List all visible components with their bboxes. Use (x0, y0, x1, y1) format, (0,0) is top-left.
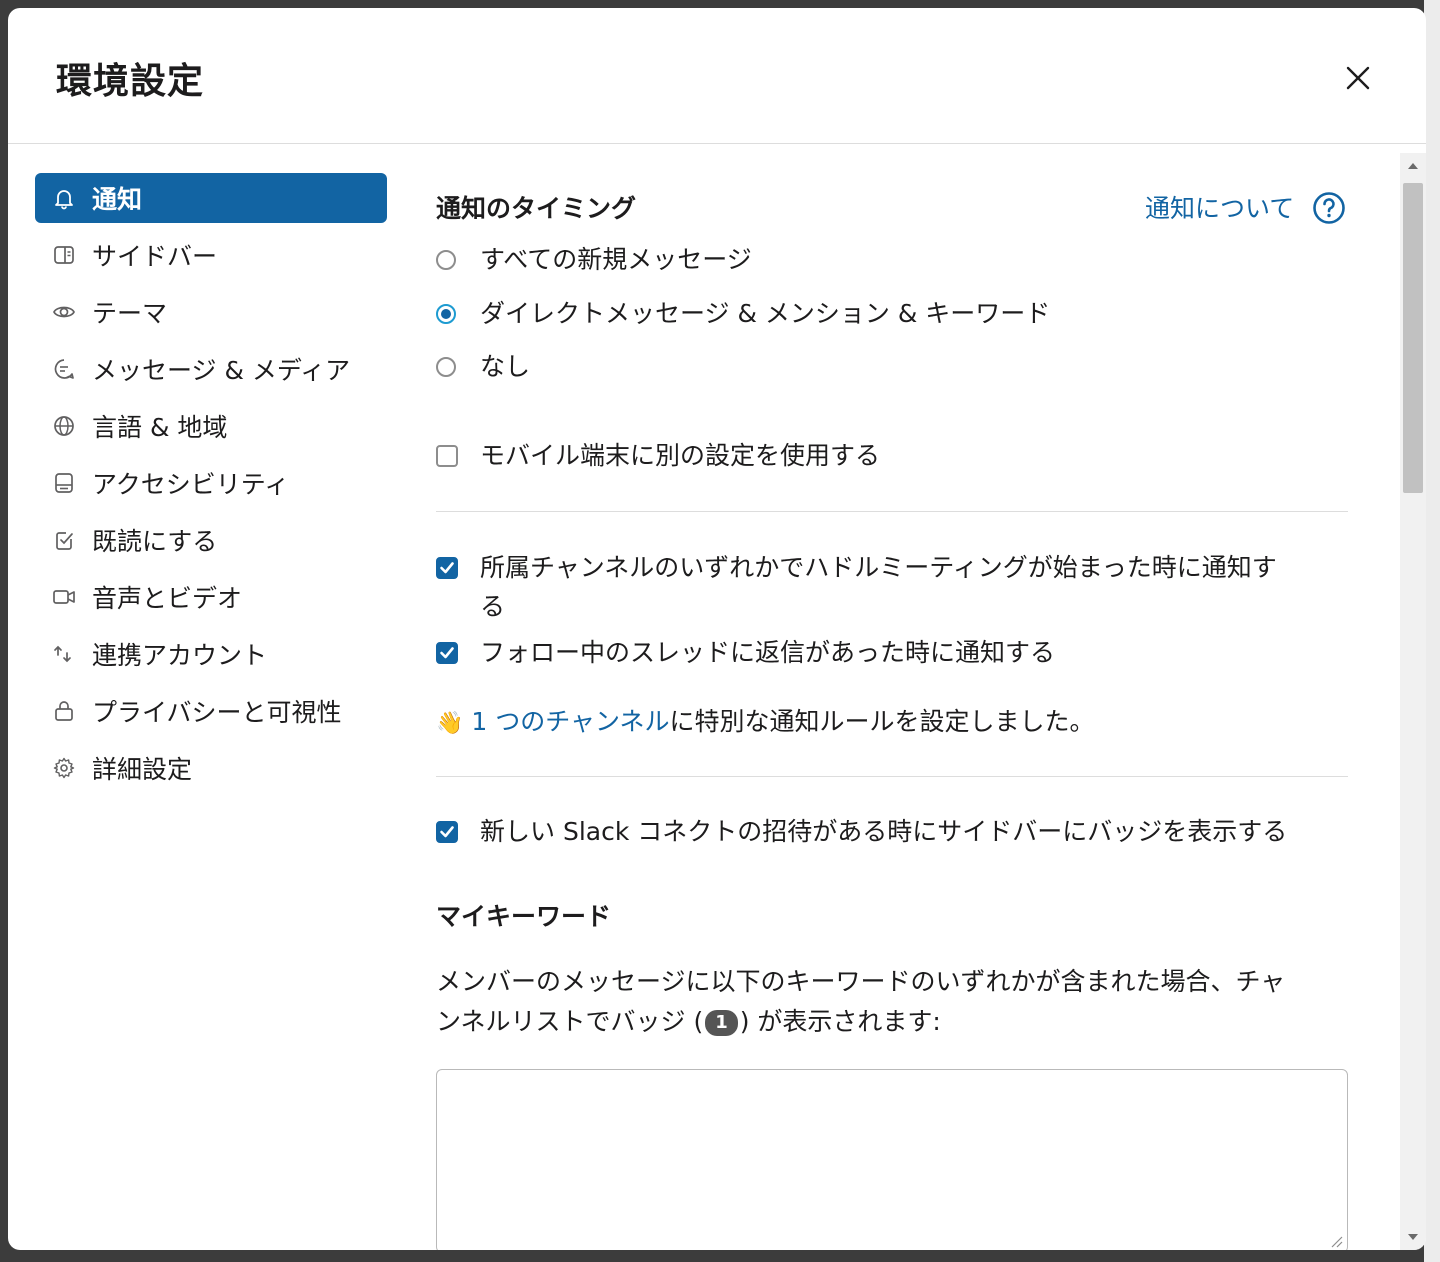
radio-dm-mentions-keywords-label: ダイレクトメッセージ & メンション & キーワード (480, 299, 1051, 328)
about-notifications-link[interactable]: 通知について (1145, 189, 1294, 225)
radio-dm-mentions-keywords[interactable] (436, 304, 456, 324)
mobile-settings-label: モバイル端末に別の設定を使用する (480, 441, 881, 470)
sidebar-item-language-region[interactable]: 言語 & 地域 (35, 401, 387, 451)
keywords-description-line1: メンバーのメッセージに以下のキーワードのいずれかが含まれた場合、チャ (436, 967, 1286, 996)
sidebar-item-privacy-visibility[interactable]: プライバシーと可視性 (35, 686, 387, 736)
sidebar-item-label: メッセージ & メディア (92, 356, 351, 385)
check-square-icon (56, 532, 73, 550)
sidebar-item-accessibility[interactable]: アクセシビリティ (35, 458, 387, 508)
wave-icon: 👋 (436, 711, 464, 736)
video-icon (53, 590, 75, 604)
sidebar-item-advanced[interactable]: 詳細設定 (35, 743, 387, 793)
sidebar-item-notifications[interactable]: 通知 (35, 173, 387, 223)
keywords-description-line2: ンネルリストでバッジ (1) が表示されます: (436, 1002, 941, 1042)
channel-rule-link[interactable]: 1 つのチャンネル (471, 707, 669, 736)
sidebar-item-label: 連携アカウント (92, 641, 268, 670)
help-icon[interactable] (1312, 191, 1346, 225)
sidebar-item-theme[interactable]: テーマ (35, 287, 387, 337)
accessibility-icon (55, 473, 73, 493)
radio-nothing[interactable] (436, 357, 456, 377)
lock-icon (55, 701, 73, 721)
sidebar-item-label: 言語 & 地域 (92, 413, 228, 442)
close-button[interactable] (1338, 58, 1378, 98)
sidebar-item-messages-media[interactable]: メッセージ & メディア (35, 344, 387, 394)
checkmark-icon (440, 826, 454, 838)
count-badge: 1 (705, 1010, 738, 1036)
scroll-up-arrow-icon[interactable] (1400, 153, 1426, 179)
content-scrollbar[interactable] (1400, 153, 1426, 1250)
huddle-notify-label-line1: 所属チャンネルのいずれかでハドルミーティングが始まった時に通知す (480, 553, 1277, 582)
sidebar-item-mark-as-read[interactable]: 既読にする (35, 515, 387, 565)
sidebar-item-label: 既読にする (92, 527, 218, 556)
sidebar-item-sidebar[interactable]: サイドバー (35, 230, 387, 280)
background-app-edge (1424, 0, 1440, 1262)
sidebar-item-label: サイドバー (92, 242, 218, 271)
channel-rule-text: 👋 1 つのチャンネルに特別な通知ルールを設定しました。 (436, 702, 1094, 744)
mobile-settings-checkbox[interactable] (436, 445, 458, 467)
connected-accounts-icon (54, 645, 71, 663)
keywords-textarea[interactable] (436, 1069, 1348, 1250)
divider (436, 776, 1348, 777)
radio-all-messages[interactable] (436, 250, 456, 270)
sidebar-item-label: 詳細設定 (92, 755, 193, 784)
scroll-down-arrow-icon[interactable] (1400, 1224, 1426, 1250)
sidebar-item-label: プライバシーと可視性 (92, 698, 342, 727)
preferences-sidebar: 通知 サイドバー テーマ メッセージ & メディア 言語 & 地域 アクセシビリ… (35, 173, 387, 800)
gear-icon (53, 757, 75, 779)
resize-handle-icon[interactable] (1329, 1234, 1343, 1248)
notifications-panel: 通知のタイミング 通知について すべての新規メッセージ ダイレクトメッセージ &… (436, 153, 1376, 1250)
radio-nothing-label: なし (480, 352, 531, 381)
slack-connect-badge-label: 新しい Slack コネクトの招待がある時にサイドバーにバッジを表示する (480, 817, 1288, 846)
bell-icon (55, 190, 73, 210)
huddle-notify-label-line2: る (480, 592, 506, 621)
preferences-dialog: 環境設定 通知 サイドバー テーマ メッセージ & メディア 言語 & 地域 ア… (8, 8, 1426, 1250)
checkmark-icon (440, 562, 454, 574)
sidebar-icon (54, 246, 74, 264)
keywords-section-title: マイキーワード (436, 902, 612, 931)
huddle-notify-checkbox[interactable] (436, 557, 458, 579)
sidebar-item-label: テーマ (92, 299, 168, 328)
dialog-header: 環境設定 (8, 8, 1426, 144)
sidebar-item-label: 通知 (92, 185, 143, 214)
channel-rule-suffix: に特別な通知ルールを設定しました。 (669, 707, 1095, 736)
sidebar-item-label: アクセシビリティ (92, 470, 290, 499)
thread-reply-checkbox[interactable] (436, 642, 458, 664)
close-icon (1346, 66, 1370, 90)
checkmark-icon (440, 647, 454, 659)
sidebar-item-label: 音声とビデオ (92, 584, 243, 613)
thread-reply-label: フォロー中のスレッドに返信があった時に通知する (480, 638, 1056, 667)
dialog-title: 環境設定 (56, 61, 205, 102)
scroll-thumb[interactable] (1403, 183, 1423, 493)
globe-icon (54, 416, 74, 436)
slack-connect-badge-checkbox[interactable] (436, 821, 458, 843)
divider (436, 511, 1348, 512)
timing-section-title: 通知のタイミング (436, 194, 637, 223)
keywords-desc-before: ンネルリストでバッジ ( (436, 1007, 704, 1036)
message-icon (54, 359, 74, 379)
sidebar-item-connected-accounts[interactable]: 連携アカウント (35, 629, 387, 679)
eye-icon (53, 306, 75, 318)
keywords-desc-after: ) が表示されます: (739, 1007, 941, 1036)
radio-all-messages-label: すべての新規メッセージ (480, 245, 752, 274)
sidebar-item-audio-video[interactable]: 音声とビデオ (35, 572, 387, 622)
